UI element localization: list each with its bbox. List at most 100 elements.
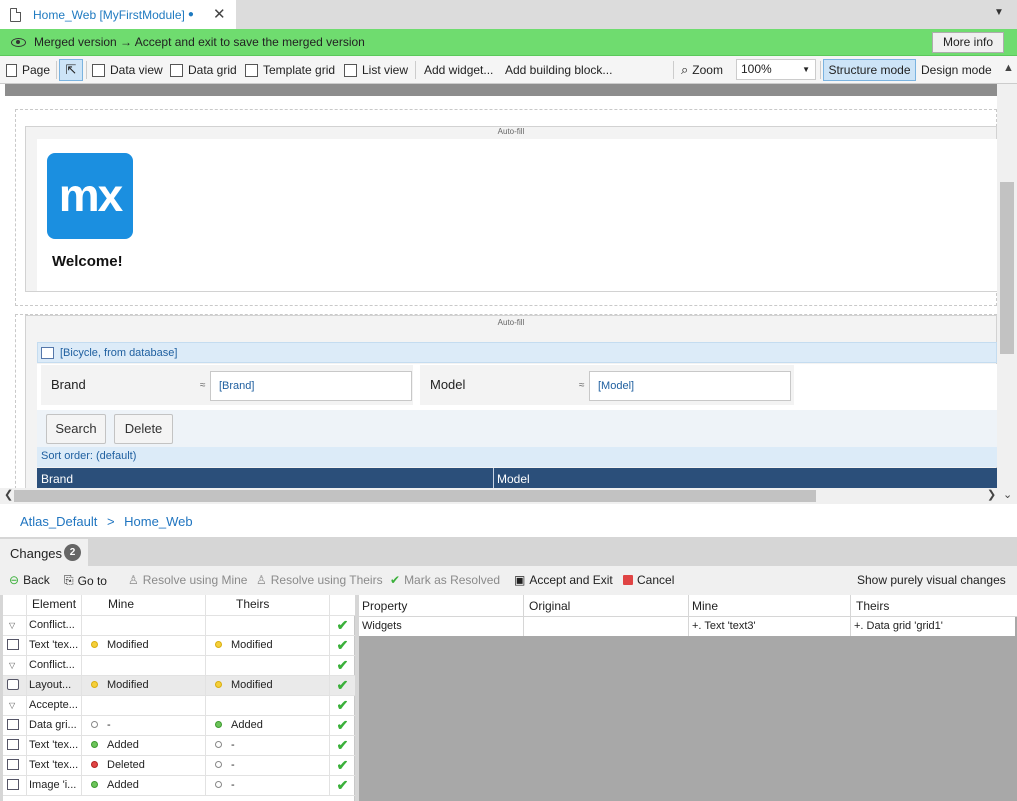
brand-search-input[interactable]: [Brand] [210, 371, 412, 401]
zoom-select[interactable]: 100% ▼ [736, 59, 816, 80]
more-info-button[interactable]: More info [932, 32, 1004, 53]
changes-count-badge: 2 [64, 544, 81, 561]
original-cell [524, 617, 689, 636]
mark-as-resolved-button[interactable]: ✔ Mark as Resolved [390, 573, 500, 587]
accept-and-exit-button[interactable]: ▣ Accept and Exit [514, 573, 613, 587]
toolbar-overflow-icon[interactable]: ▲ [1003, 62, 1014, 74]
template-grid-button[interactable]: Template grid [245, 60, 335, 80]
welcome-text[interactable]: Welcome! [52, 253, 123, 270]
scroll-left-icon[interactable]: ❮ [4, 488, 13, 501]
breadcrumb-item-atlas-default[interactable]: Atlas_Default [20, 514, 97, 529]
resolved-check-icon: ✔ [336, 697, 349, 713]
toolbar-separator [415, 61, 416, 79]
list-item[interactable]: ▽ Accepte... ✔ [3, 696, 355, 716]
back-label: Back [23, 573, 50, 587]
document-tab-bar: Home_Web [MyFirstModule] ● ✕ ▼ [0, 0, 1017, 29]
horizontal-scroll-thumb[interactable] [14, 490, 816, 502]
scroll-right-icon[interactable]: ❯ [987, 488, 996, 501]
header-container[interactable]: Auto-fill [25, 126, 997, 292]
select-pointer-button[interactable]: ⇱ [59, 59, 83, 81]
back-button[interactable]: ⊖ Back [9, 573, 50, 587]
list-item[interactable]: Text 'tex... Modified Modified ✔ [3, 636, 355, 656]
mine-status [82, 696, 206, 716]
show-visual-changes-toggle[interactable]: Show purely visual changes [857, 573, 1006, 587]
data-grid-icon [170, 63, 183, 77]
chevron-down-icon: ▼ [802, 65, 810, 74]
page-canvas[interactable]: Auto-fill mx Welcome! Auto-fill [Bicycle… [0, 84, 1017, 504]
add-building-block-button[interactable]: Add building block... [505, 60, 612, 80]
collapse-triangle-icon[interactable]: ▽ [9, 656, 15, 675]
resolve-using-theirs-button[interactable]: ♙ Resolve using Theirs [256, 573, 383, 587]
data-view-button[interactable]: Data view [92, 60, 163, 80]
breadcrumb-separator: > [106, 514, 115, 529]
grid-button-bar: Search Delete [37, 410, 997, 448]
element-name: Data gri... [27, 716, 82, 736]
tab-list-dropdown-icon[interactable]: ▼ [994, 7, 1004, 18]
list-item[interactable]: Text 'tex... Added - ✔ [3, 736, 355, 756]
text-widget-icon [7, 758, 19, 770]
page-button[interactable]: Page [6, 60, 50, 80]
resolved-check-icon: ✔ [336, 717, 349, 733]
column-brand-header[interactable]: Brand [41, 472, 73, 486]
design-mode-button[interactable]: Design mode [921, 60, 992, 80]
mx-logo-image[interactable]: mx [47, 153, 133, 239]
data-grid-button[interactable]: Data grid [170, 60, 237, 80]
data-view-icon [92, 63, 105, 77]
mine-status [82, 656, 206, 676]
mine-status-text: Added [107, 779, 139, 791]
data-grid-source-header[interactable]: [Bicycle, from database] [37, 342, 997, 363]
structure-mode-button[interactable]: Structure mode [823, 59, 916, 81]
close-tab-icon[interactable]: ✕ [213, 5, 226, 23]
list-item[interactable]: ▽ Conflict... ✔ [3, 616, 355, 636]
list-item[interactable]: Text 'tex... Deleted - ✔ [3, 756, 355, 776]
row-icon-cell [3, 736, 27, 756]
list-view-button[interactable]: List view [344, 60, 408, 80]
autofill-label: Auto-fill [497, 318, 525, 327]
collapse-triangle-icon[interactable]: ▽ [9, 616, 15, 635]
search-button[interactable]: Search [46, 414, 106, 444]
modified-status-icon [215, 640, 222, 648]
resolved-check-icon: ✔ [336, 677, 349, 693]
document-tab[interactable]: Home_Web [MyFirstModule] ● ✕ [0, 0, 236, 29]
model-search-input[interactable]: [Model] [589, 371, 791, 401]
theirs-status-text: Modified [231, 639, 273, 651]
image-widget-icon [7, 778, 19, 790]
brand-search-field[interactable]: Brand ≈ [Brand] [41, 365, 413, 405]
scroll-down-icon[interactable]: ⌄ [1003, 488, 1012, 501]
header-original[interactable]: Original [524, 595, 689, 616]
delete-button[interactable]: Delete [114, 414, 173, 444]
header-theirs[interactable]: Theirs [851, 595, 1015, 616]
header-theirs[interactable]: Theirs [206, 595, 330, 615]
add-widget-button[interactable]: Add widget... [424, 60, 493, 80]
mine-status-text: Modified [107, 679, 149, 691]
list-item[interactable]: ▽ Conflict... ✔ [3, 656, 355, 676]
brand-field-label: Brand [51, 377, 86, 392]
canvas-top-bar [5, 84, 997, 96]
breadcrumb-item-home-web[interactable]: Home_Web [124, 514, 192, 529]
sort-order-bar[interactable]: Sort order: (default) [37, 447, 997, 467]
collapse-triangle-icon[interactable]: ▽ [9, 696, 15, 715]
changes-toolbar: ⊖ Back ⎘ Go to ♙ Resolve using Mine ♙ Resolv… [0, 566, 1017, 595]
element-name: Conflict... [27, 656, 82, 676]
theirs-status-text: - [231, 739, 235, 751]
text-widget-icon [7, 738, 19, 750]
mine-status: Deleted [82, 756, 206, 776]
header-element[interactable]: Element [27, 595, 82, 615]
list-item[interactable]: Data gri... - Added ✔ [3, 716, 355, 736]
cancel-button[interactable]: Cancel [623, 573, 674, 587]
resolve-using-mine-button[interactable]: ♙ Resolve using Mine [128, 573, 247, 587]
column-model-header[interactable]: Model [497, 472, 530, 486]
save-icon: ▣ [514, 573, 526, 587]
header-property[interactable]: Property [359, 595, 524, 616]
theirs-status: Added [206, 716, 330, 736]
vertical-scroll-thumb[interactable] [1000, 182, 1014, 354]
go-to-button[interactable]: ⎘ Go to [64, 573, 107, 588]
table-row[interactable]: Widgets +. Text 'text3' +. Data grid 'gr… [359, 617, 1015, 636]
header-mine[interactable]: Mine [82, 595, 206, 615]
theirs-status-text: - [231, 779, 235, 791]
list-item[interactable]: Layout... Modified Modified ✔ [3, 676, 355, 696]
list-item[interactable]: Image 'i... Added - ✔ [3, 776, 355, 796]
model-search-field[interactable]: Model ≈ [Model] [420, 365, 794, 405]
header-mine[interactable]: Mine [689, 595, 851, 616]
pointer-icon: ⇱ [65, 62, 77, 77]
